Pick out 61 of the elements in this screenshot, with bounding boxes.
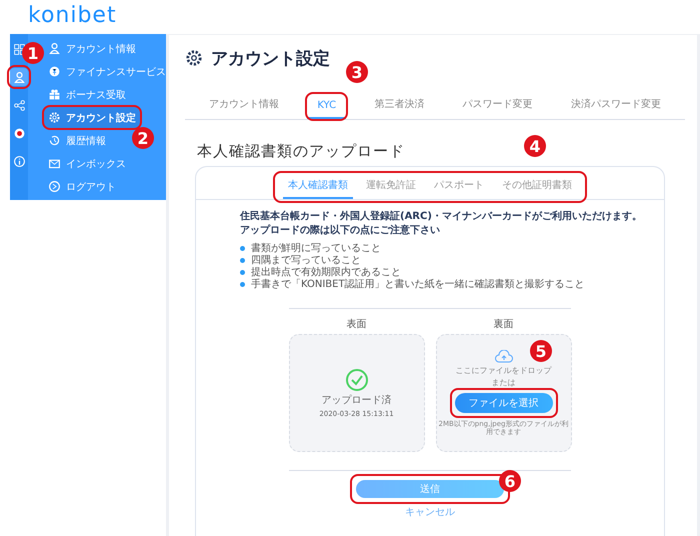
sidebar-item-label: アカウント情報	[66, 42, 136, 56]
record-icon	[12, 126, 26, 140]
or-text: または	[490, 378, 516, 388]
document-tab[interactable]: その他証明書類	[497, 175, 577, 199]
sidebar-item[interactable]: ボーナス受取	[44, 84, 130, 105]
tab[interactable]: アカウント情報	[199, 91, 289, 119]
note-text: 四隅まで写っていること	[251, 255, 361, 266]
cloud-upload-icon	[494, 350, 512, 363]
sidebar-item-label: ボーナス受取	[66, 88, 126, 102]
check-icon	[344, 368, 368, 392]
sidebar-item[interactable]: ログアウト	[44, 176, 120, 197]
upload-status: アップロード済	[320, 395, 392, 407]
share-icon	[12, 98, 26, 112]
document-tab[interactable]: 運転免許証	[361, 175, 421, 199]
user-icon	[12, 70, 26, 84]
bullet-icon	[240, 258, 245, 263]
cancel-link[interactable]: キャンセル	[405, 505, 455, 519]
sidebar-item-label: インボックス	[66, 158, 126, 170]
tab[interactable]: 第三者決済	[364, 91, 434, 119]
section-title: 本人確認書類のアップロード	[197, 142, 405, 161]
sidebar-item-label: ファイナンスサービス	[66, 66, 166, 78]
drop-text: ここにファイルをドロップ	[454, 366, 553, 375]
side-label: 表面	[346, 318, 366, 331]
tab[interactable]: パスワード変更	[452, 91, 543, 119]
logo: konibet	[27, 2, 117, 30]
user-icon	[48, 42, 61, 55]
note-text: 提出時点で有効期限内であること	[251, 267, 401, 278]
coin-icon	[48, 65, 61, 78]
gift-icon	[48, 88, 61, 101]
side-label: 裏面	[494, 318, 514, 331]
settings-icon	[185, 49, 203, 67]
sidebar-item[interactable]: インボックス	[44, 153, 130, 174]
sidebar-item-label: 履歴情報	[66, 134, 106, 148]
mail-icon	[48, 157, 61, 170]
intro-text: 住民基本台帳カード・外国人登録証(ARC)・マイナンバーカードがご利用いただけます。	[240, 210, 642, 224]
intro-text: アップロードの際は以下の点にご注意下さい	[240, 224, 441, 238]
page-title: アカウント設定	[211, 48, 330, 70]
info-icon	[12, 154, 26, 168]
settings-icon	[48, 111, 61, 124]
document-tab[interactable]: 本人確認書類	[283, 175, 353, 199]
bullet-icon	[240, 270, 245, 275]
logout-icon	[48, 180, 61, 193]
sidebar-item[interactable]: 履歴情報	[44, 130, 110, 151]
choose-file-button[interactable]: ファイルを選択	[454, 393, 552, 414]
sidebar-item[interactable]: ファイナンスサービス	[44, 61, 170, 82]
grid-icon	[12, 42, 26, 56]
sidebar-item[interactable]: アカウント情報	[44, 38, 140, 59]
history-icon	[48, 134, 61, 147]
sidebar-item-label: ログアウト	[66, 180, 116, 194]
highlight-outline	[305, 92, 348, 121]
bullet-icon	[240, 282, 245, 287]
sidebar-item[interactable]: アカウント設定	[44, 107, 140, 128]
note-text: 手書きで「KONIBET認証用」と書いた紙を一緒に確認書類と撮影すること	[251, 279, 585, 290]
document-tab[interactable]: パスポート	[429, 175, 489, 199]
tab[interactable]: KYC	[307, 94, 346, 119]
bullet-icon	[240, 246, 245, 251]
note-text: 書類が鮮明に写っていること	[251, 243, 381, 254]
sidebar-item-label: アカウント設定	[66, 111, 136, 124]
tab[interactable]: 決済パスワード変更	[561, 91, 671, 119]
submit-button[interactable]: 送信	[356, 480, 504, 498]
rail-button[interactable]	[10, 68, 28, 86]
